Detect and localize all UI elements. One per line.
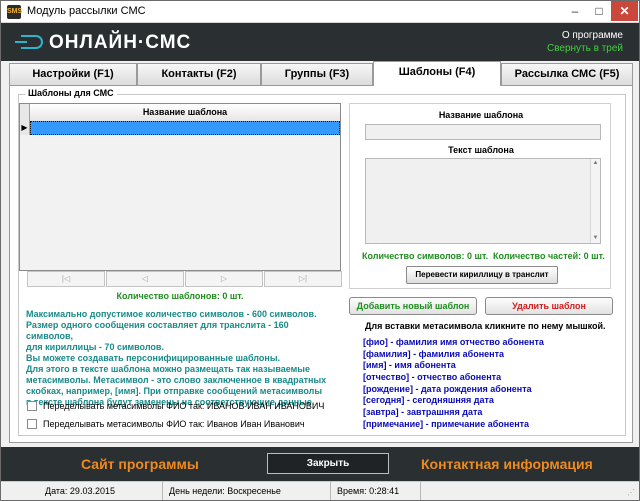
fio-uppercase-checkbox[interactable] bbox=[27, 401, 37, 411]
close-button[interactable]: Закрыть bbox=[267, 453, 389, 474]
grid-navigator: |◁ ◁ ▷ ▷| bbox=[27, 271, 342, 287]
first-record-button[interactable]: |◁ bbox=[27, 271, 105, 287]
chars-count: Количество символов: 0 шт. bbox=[362, 251, 489, 261]
metasymbol-list: [фио] - фамилия имя отчество абонента [ф… bbox=[363, 337, 613, 431]
fio-capitalized-checkbox[interactable] bbox=[27, 419, 37, 429]
about-link[interactable]: О программе bbox=[547, 29, 623, 42]
info-line: Для этого в тексте шаблона можно размеща… bbox=[26, 364, 310, 374]
tab-settings[interactable]: Настройки (F1) bbox=[9, 63, 137, 85]
meta-firstname[interactable]: [имя] - имя абонента bbox=[363, 360, 613, 372]
contact-info-link[interactable]: Контактная информация bbox=[421, 456, 593, 472]
fio-uppercase-label: Переделывать метасимволы ФИО так: ИВАНОВ… bbox=[43, 401, 325, 411]
row-indicator-icon: ▶ bbox=[20, 121, 30, 135]
meta-patronymic[interactable]: [отчество] - отчество абонента bbox=[363, 372, 613, 384]
info-line: для кириллицы - 70 символов. bbox=[26, 342, 164, 352]
meta-fio[interactable]: [фио] - фамилия имя отчество абонента bbox=[363, 337, 613, 349]
footer-bar: Сайт программы Закрыть Контактная информ… bbox=[1, 447, 639, 481]
templates-count: Количество шаблонов: 0 шт. bbox=[116, 291, 244, 301]
template-text-label: Текст шаблона bbox=[448, 145, 514, 155]
meta-today[interactable]: [сегодня] - сегодняшняя дата bbox=[363, 395, 613, 407]
tab-templates[interactable]: Шаблоны (F4) bbox=[373, 61, 501, 86]
template-name-input[interactable] bbox=[365, 124, 601, 140]
resize-grip-icon[interactable]: ⋰ bbox=[627, 488, 637, 498]
groupbox-title: Шаблоны для СМС bbox=[25, 88, 117, 98]
maximize-button[interactable]: □ bbox=[587, 1, 611, 21]
status-bar: Дата: 29.03.2015 День недели: Воскресень… bbox=[1, 481, 639, 500]
logo-text: ОНЛАЙН·СМС bbox=[49, 32, 192, 53]
header-links: О программе Свернуть в трей bbox=[547, 29, 623, 55]
app-icon: SMS bbox=[7, 5, 22, 19]
minimize-button[interactable]: – bbox=[563, 1, 587, 21]
meta-note[interactable]: [примечание] - примечание абонента bbox=[363, 419, 613, 431]
tab-sms-sending[interactable]: Рассылка СМС (F5) bbox=[501, 63, 633, 85]
last-record-button[interactable]: ▷| bbox=[264, 271, 342, 287]
site-link[interactable]: Сайт программы bbox=[81, 456, 199, 472]
metasymbol-hint: Для вставки метасимвола кликните по нему… bbox=[365, 321, 606, 331]
add-template-button[interactable]: Добавить новый шаблон bbox=[349, 297, 477, 315]
delete-template-button[interactable]: Удалить шаблон bbox=[485, 297, 613, 315]
info-line: Размер одного сообщения составляет для т… bbox=[26, 320, 289, 341]
meta-tomorrow[interactable]: [завтра] - завтрашняя дата bbox=[363, 407, 613, 419]
info-line: Вы можете создавать персонифицированные … bbox=[26, 353, 281, 363]
status-weekday: День недели: Воскресенье bbox=[163, 482, 331, 500]
grid-header: Название шаблона bbox=[20, 104, 340, 121]
column-header-template-name[interactable]: Название шаблона bbox=[30, 104, 340, 121]
main-window: SMS Модуль рассылки СМС – □ ✕ ОНЛАЙН·СМС… bbox=[0, 0, 640, 501]
scroll-down-icon[interactable]: ▼ bbox=[591, 234, 600, 243]
status-time: Время: 0:28:41 bbox=[331, 482, 421, 500]
grid-corner bbox=[20, 104, 30, 121]
table-row[interactable]: ▶ bbox=[20, 121, 340, 135]
template-text-area[interactable]: ▲ ▼ bbox=[365, 158, 601, 244]
selected-cell[interactable] bbox=[30, 121, 340, 135]
tab-strip: Настройки (F1) Контакты (F2) Группы (F3)… bbox=[9, 61, 633, 86]
text-scrollbar[interactable]: ▲ ▼ bbox=[590, 159, 600, 243]
scroll-up-icon[interactable]: ▲ bbox=[591, 159, 600, 168]
info-line: скобках, например, [имя]. При отправке с… bbox=[26, 386, 323, 396]
info-text: Максимально допустимое количество символ… bbox=[26, 309, 336, 408]
tab-contacts[interactable]: Контакты (F2) bbox=[137, 63, 261, 85]
title-bar: SMS Модуль рассылки СМС – □ ✕ bbox=[1, 1, 639, 23]
window-title: Модуль рассылки СМС bbox=[27, 5, 146, 17]
template-editor: Название шаблона Текст шаблона ▲ ▼ Колич… bbox=[349, 103, 611, 289]
next-record-button[interactable]: ▷ bbox=[185, 271, 263, 287]
meta-lastname[interactable]: [фамилия] - фамилия абонента bbox=[363, 349, 613, 361]
meta-birthday[interactable]: [рождение] - дата рождения абонента bbox=[363, 384, 613, 396]
status-date: Дата: 29.03.2015 bbox=[39, 482, 163, 500]
fio-capitalized-label: Переделывать метасимволы ФИО так: Иванов… bbox=[43, 419, 305, 429]
info-line: метасимволы. Метасимвол - это слово закл… bbox=[26, 375, 327, 385]
logo-icon bbox=[15, 35, 43, 49]
parts-count: Количество частей: 0 шт. bbox=[493, 251, 605, 261]
templates-grid[interactable]: Название шаблона ▶ bbox=[19, 103, 341, 271]
prev-record-button[interactable]: ◁ bbox=[106, 271, 184, 287]
info-line: Максимально допустимое количество символ… bbox=[26, 309, 317, 319]
translit-button[interactable]: Перевести кириллицу в транслит bbox=[406, 266, 558, 284]
close-window-button[interactable]: ✕ bbox=[611, 1, 638, 21]
template-name-label: Название шаблона bbox=[438, 110, 524, 120]
minimize-to-tray-link[interactable]: Свернуть в трей bbox=[547, 42, 623, 55]
tab-groups[interactable]: Группы (F3) bbox=[261, 63, 373, 85]
app-header: ОНЛАЙН·СМС О программе Свернуть в трей bbox=[1, 23, 639, 61]
